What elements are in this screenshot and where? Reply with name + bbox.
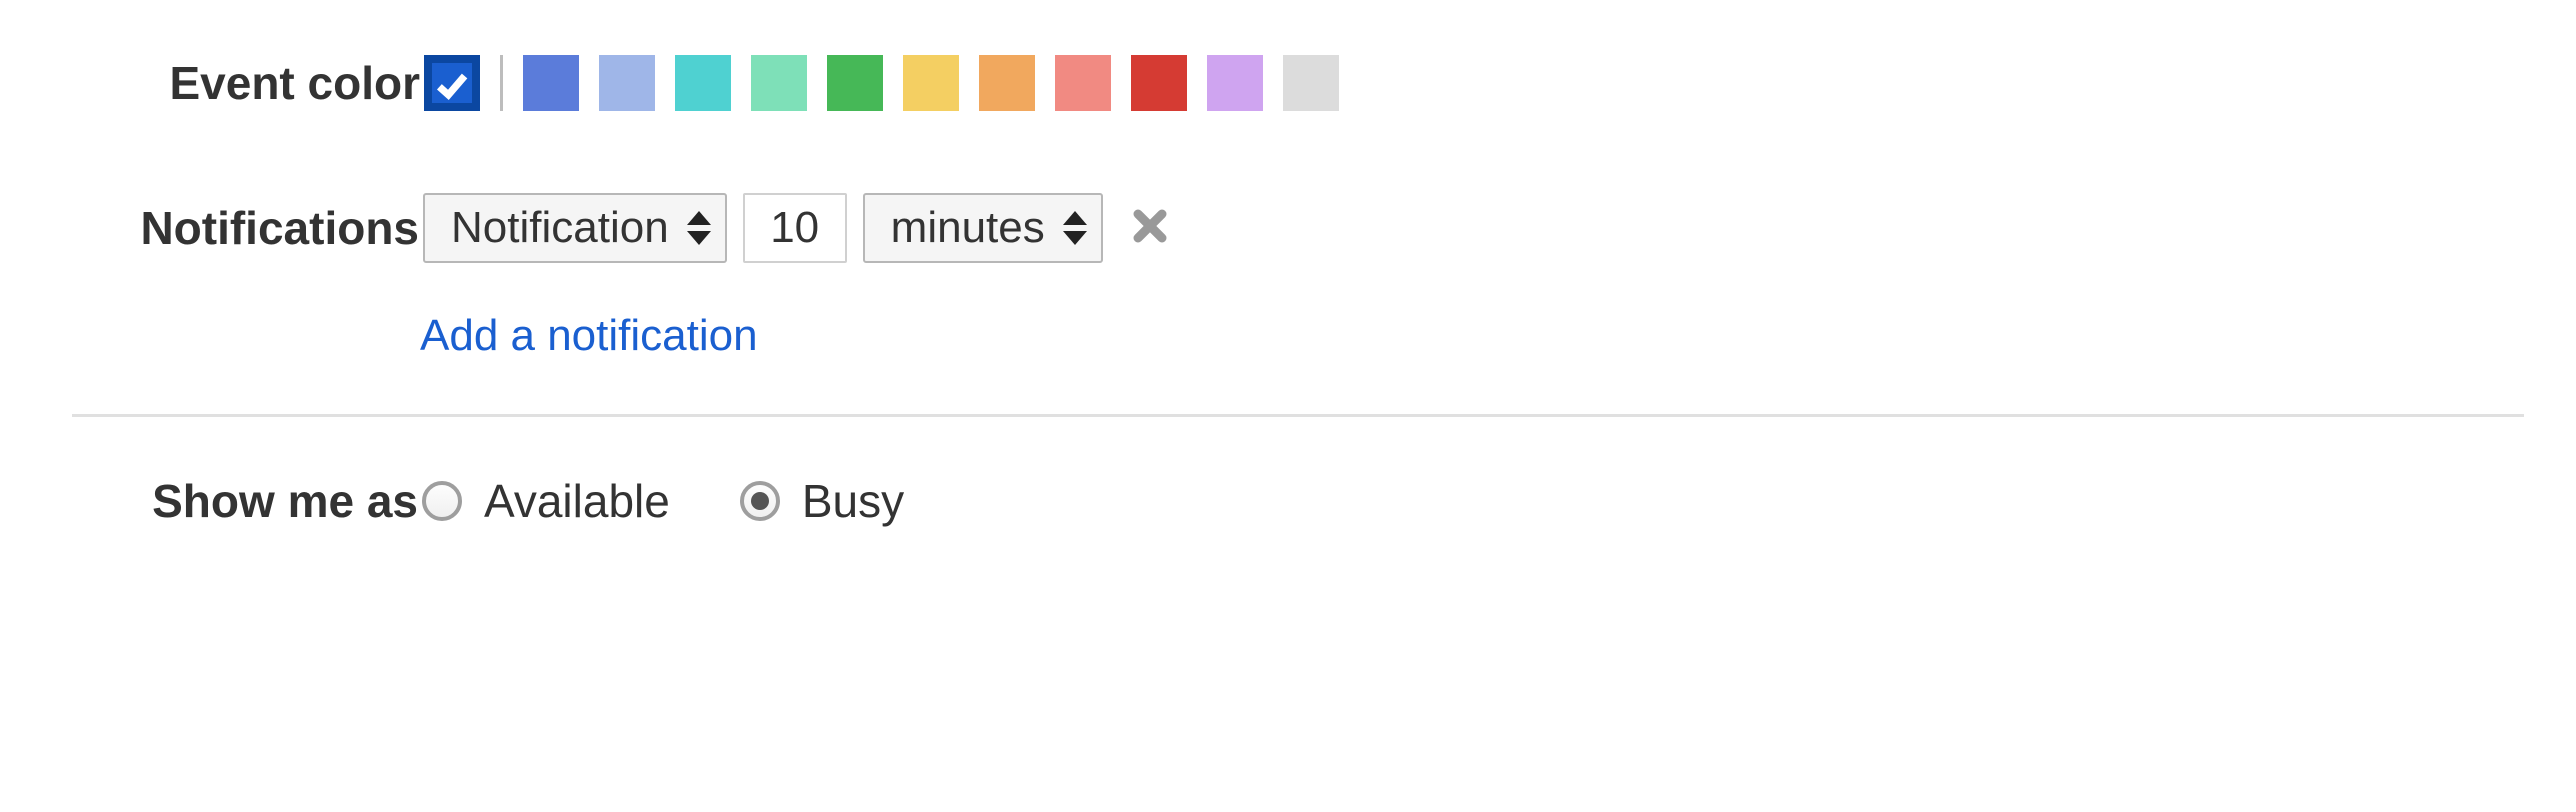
- color-swatch[interactable]: [599, 55, 655, 111]
- close-icon: [1133, 209, 1167, 243]
- color-swatch[interactable]: [1055, 55, 1111, 111]
- section-divider: [72, 414, 2524, 417]
- color-swatch[interactable]: [424, 55, 480, 111]
- label-show-me-as: Show me as: [92, 474, 422, 528]
- radio-icon: [422, 481, 462, 521]
- color-swatch[interactable]: [903, 55, 959, 111]
- show-me-as-options: Available Busy: [422, 474, 974, 528]
- event-settings-panel: Event color Notifications Notification m…: [0, 0, 2576, 812]
- swatch-separator: [500, 55, 503, 111]
- row-add-notification: Add a notification: [0, 308, 2576, 364]
- radio-icon: [740, 481, 780, 521]
- color-swatch[interactable]: [523, 55, 579, 111]
- color-swatch[interactable]: [827, 55, 883, 111]
- color-swatch[interactable]: [675, 55, 731, 111]
- color-swatch[interactable]: [1283, 55, 1339, 111]
- add-notification-link[interactable]: Add a notification: [420, 311, 758, 361]
- notification-unit-select[interactable]: minutes: [863, 193, 1103, 263]
- color-swatch[interactable]: [1207, 55, 1263, 111]
- notification-type-value: Notification: [451, 203, 669, 253]
- radio-label: Busy: [802, 474, 904, 528]
- row-event-color: Event color: [0, 48, 2576, 118]
- radio-label: Available: [484, 474, 670, 528]
- color-swatch[interactable]: [1131, 55, 1187, 111]
- label-event-color: Event color: [0, 56, 424, 110]
- select-arrows-icon: [687, 211, 711, 245]
- show-me-as-option[interactable]: Busy: [740, 474, 904, 528]
- row-notifications: Notifications Notification minutes: [0, 188, 2576, 268]
- notification-unit-value: minutes: [891, 203, 1045, 253]
- label-notifications: Notifications: [79, 201, 423, 255]
- notification-controls: Notification minutes: [423, 193, 1167, 263]
- row-show-me-as: Show me as Available Busy: [0, 471, 2576, 531]
- color-swatch[interactable]: [979, 55, 1035, 111]
- select-arrows-icon: [1063, 211, 1087, 245]
- notification-value-input[interactable]: [743, 193, 847, 263]
- color-swatch-list: [424, 55, 1359, 111]
- notification-type-select[interactable]: Notification: [423, 193, 727, 263]
- color-swatch[interactable]: [751, 55, 807, 111]
- check-icon: [434, 67, 470, 103]
- show-me-as-option[interactable]: Available: [422, 474, 670, 528]
- remove-notification-button[interactable]: [1133, 209, 1167, 248]
